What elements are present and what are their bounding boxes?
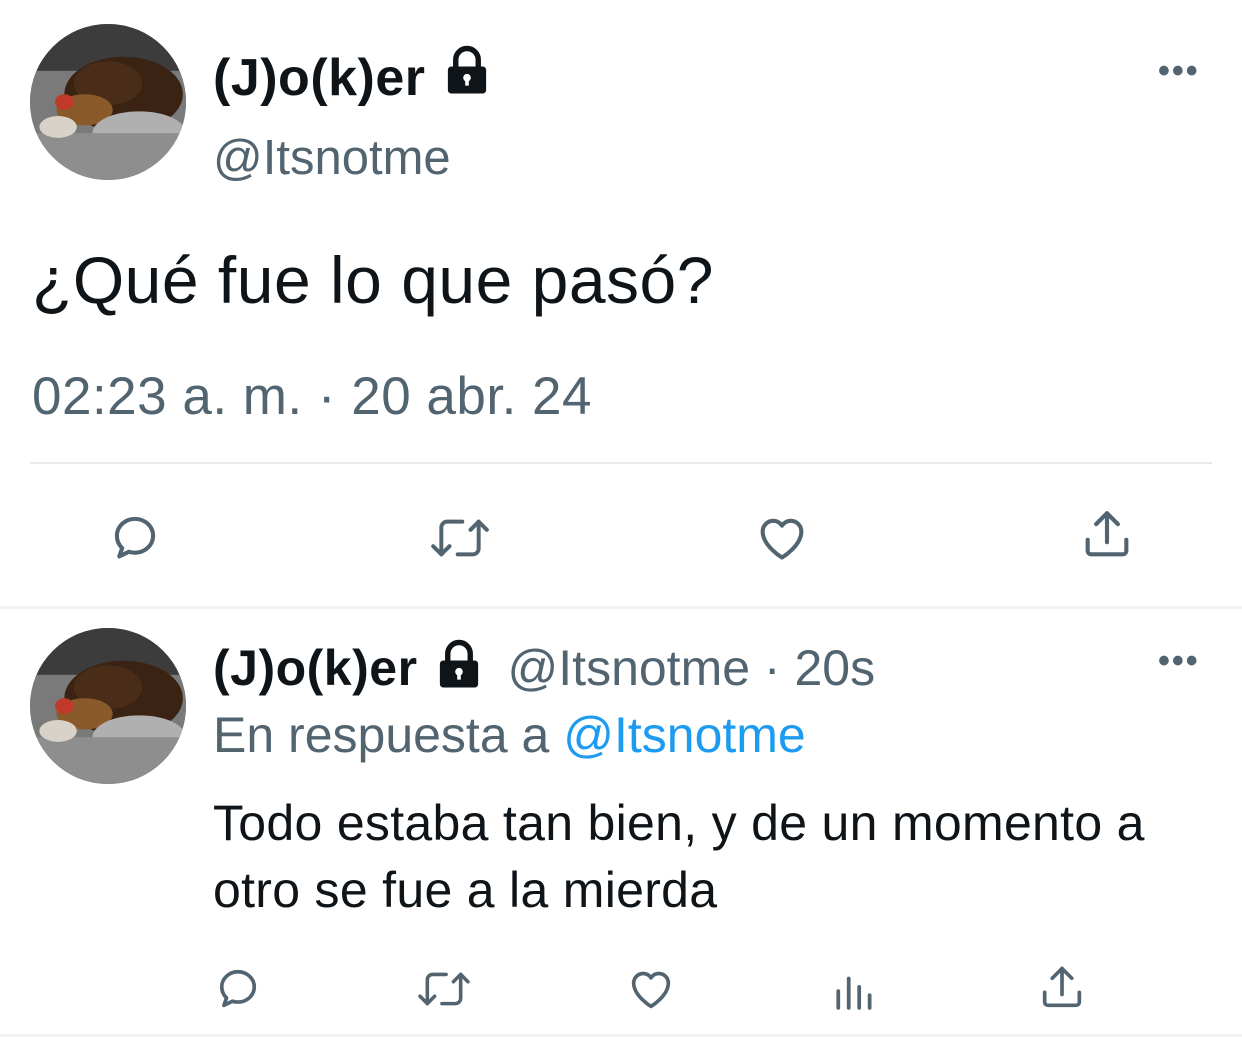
reply-avatar[interactable] xyxy=(30,628,186,784)
like-icon[interactable] xyxy=(624,962,678,1014)
more-options-icon[interactable]: ••• xyxy=(1158,54,1200,88)
share-icon[interactable] xyxy=(1036,962,1088,1014)
bottom-divider xyxy=(0,1034,1242,1037)
reply-mention-link[interactable]: @Itsnotme xyxy=(563,707,806,763)
more-options-icon[interactable]: ••• xyxy=(1158,644,1200,678)
reply-icon[interactable] xyxy=(212,962,264,1014)
thread-divider xyxy=(0,606,1242,609)
share-icon[interactable] xyxy=(1078,506,1136,564)
tweet-text: ¿Qué fue lo que pasó? xyxy=(32,243,714,317)
lock-icon xyxy=(432,638,486,697)
display-name-text: (J)o(k)er xyxy=(213,48,426,107)
action-bar xyxy=(0,500,1242,580)
reply-header[interactable]: (J)o(k)er @Itsnotme · 20s xyxy=(213,638,875,697)
retweet-icon[interactable] xyxy=(414,964,474,1014)
avatar[interactable] xyxy=(30,24,186,180)
reply-handle-time[interactable]: @Itsnotme · 20s xyxy=(508,639,876,697)
handle[interactable]: @Itsnotme xyxy=(213,130,451,186)
reply-context: En respuesta a @Itsnotme xyxy=(213,706,806,764)
divider xyxy=(30,462,1212,464)
like-icon[interactable] xyxy=(752,508,812,566)
tweet-thread: (J)o(k)er @Itsnotme ••• ¿Qué fue lo que … xyxy=(0,0,1242,1038)
display-name[interactable]: (J)o(k)er xyxy=(213,44,494,111)
views-icon[interactable] xyxy=(832,968,878,1010)
lock-icon xyxy=(440,44,494,111)
tweet-timestamp[interactable]: 02:23 a. m. · 20 abr. 24 xyxy=(32,366,592,427)
dog-avatar-image xyxy=(30,628,186,784)
reply-prefix: En respuesta a xyxy=(213,707,550,763)
reply-text: Todo estaba tan bien, y de un momento a … xyxy=(213,795,1145,918)
dog-avatar-image xyxy=(30,24,186,180)
reply-icon[interactable] xyxy=(106,508,164,566)
reply-display-name[interactable]: (J)o(k)er xyxy=(213,639,418,697)
main-tweet[interactable]: (J)o(k)er @Itsnotme ••• ¿Qué fue lo que … xyxy=(0,0,1242,606)
retweet-icon[interactable] xyxy=(426,510,494,566)
reply-action-bar xyxy=(0,960,1242,1020)
